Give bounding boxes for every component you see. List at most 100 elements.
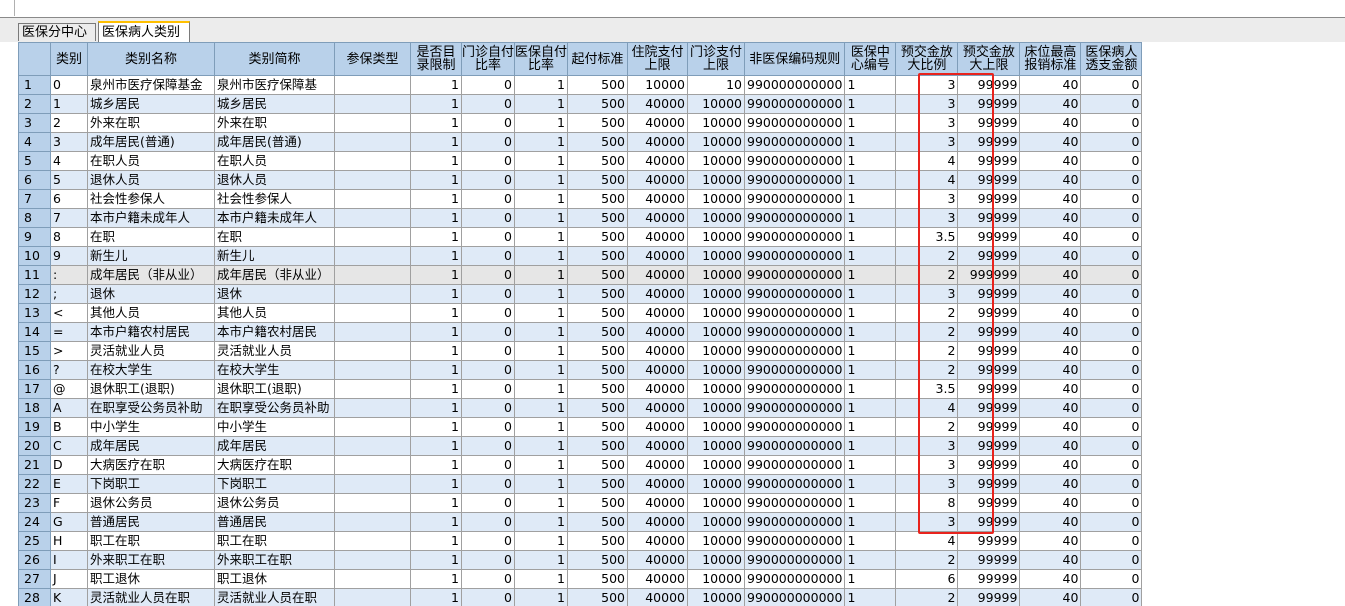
header-col-prepay-ratio[interactable]: 预交金放大比例 — [895, 42, 959, 76]
row-header[interactable]: 19 — [18, 417, 51, 437]
cell-deductible[interactable]: 500 — [567, 284, 628, 304]
cell-category-short[interactable]: 在职 — [214, 227, 335, 247]
table-row[interactable]: 9 8 在职 在职 1 0 1 500 40000 10000 990000000000 1 3.5 99… — [18, 227, 1143, 247]
cell-non-insurance-code-rule[interactable]: 990000000000 — [743, 398, 846, 418]
cell-prepay-limit[interactable]: 99999 — [957, 493, 1021, 513]
cell-deductible[interactable]: 500 — [567, 588, 628, 606]
cell-non-insurance-code-rule[interactable]: 990000000000 — [743, 512, 846, 532]
cell-bed-limit[interactable]: 40 — [1019, 151, 1082, 171]
cell-category-name[interactable]: 在职人员 — [87, 151, 215, 171]
cell-category[interactable]: A — [50, 398, 88, 418]
cell-category-name[interactable]: 在校大学生 — [87, 360, 215, 380]
cell-overdraft[interactable]: 0 — [1080, 75, 1143, 95]
cell-deductible[interactable]: 500 — [567, 417, 628, 437]
cell-outpatient-limit[interactable]: 10000 — [687, 113, 745, 133]
cell-center-no[interactable]: 1 — [844, 189, 897, 209]
cell-overdraft[interactable]: 0 — [1080, 417, 1143, 437]
cell-deductible[interactable]: 500 — [567, 512, 628, 532]
cell-category-short[interactable]: 其他人员 — [214, 303, 335, 323]
cell-category-name[interactable]: 城乡居民 — [87, 94, 215, 114]
cell-insurance-type[interactable] — [334, 398, 411, 418]
cell-outpatient-limit[interactable]: 10000 — [687, 588, 745, 606]
cell-category-name[interactable]: 在职享受公务员补助 — [87, 398, 215, 418]
cell-outpatient-limit[interactable]: 10000 — [687, 436, 745, 456]
cell-catalog-limit[interactable]: 1 — [410, 151, 462, 171]
cell-prepay-limit[interactable]: 999999 — [957, 265, 1021, 285]
cell-prepay-limit[interactable]: 99999 — [957, 474, 1021, 494]
cell-deductible[interactable]: 500 — [567, 246, 628, 266]
cell-bed-limit[interactable]: 40 — [1019, 360, 1082, 380]
cell-deductible[interactable]: 500 — [567, 398, 628, 418]
top-input-bar[interactable] — [0, 0, 1345, 18]
header-col-overdraft[interactable]: 医保病人透支金额 — [1080, 42, 1143, 76]
cell-inpatient-limit[interactable]: 40000 — [627, 512, 688, 532]
cell-deductible[interactable]: 500 — [567, 569, 628, 589]
cell-center-no[interactable]: 1 — [844, 493, 897, 513]
cell-category[interactable]: I — [50, 550, 88, 570]
cell-prepay-limit[interactable]: 99999 — [957, 550, 1021, 570]
header-col-inpatient-limit[interactable]: 住院支付上限 — [627, 42, 688, 76]
cell-insurance-self-ratio[interactable]: 1 — [514, 341, 568, 361]
row-header[interactable]: 8 — [18, 208, 51, 228]
cell-outpatient-limit[interactable]: 10000 — [687, 474, 745, 494]
table-row[interactable]: 27 J 职工退休 职工退休 1 0 1 500 40000 10000 990000000000 1… — [18, 569, 1143, 589]
cell-outpatient-self-ratio[interactable]: 0 — [461, 398, 515, 418]
cell-deductible[interactable]: 500 — [567, 170, 628, 190]
cell-category[interactable]: 8 — [50, 227, 88, 247]
cell-category-short[interactable]: 退休职工(退职) — [214, 379, 335, 399]
header-col-bed-limit[interactable]: 床位最高报销标准 — [1019, 42, 1082, 76]
cell-outpatient-limit[interactable]: 10000 — [687, 208, 745, 228]
cell-outpatient-limit[interactable]: 10000 — [687, 170, 745, 190]
cell-overdraft[interactable]: 0 — [1080, 208, 1143, 228]
cell-bed-limit[interactable]: 40 — [1019, 75, 1082, 95]
cell-category-name[interactable]: 灵活就业人员在职 — [87, 588, 215, 606]
row-header[interactable]: 9 — [18, 227, 51, 247]
cell-overdraft[interactable]: 0 — [1080, 132, 1143, 152]
cell-overdraft[interactable]: 0 — [1080, 151, 1143, 171]
table-row[interactable]: 1 0 泉州市医疗保障基金 泉州市医疗保障基 1 0 1 500 10000 10 99000000… — [18, 75, 1143, 95]
cell-category[interactable]: D — [50, 455, 88, 475]
cell-prepay-ratio[interactable]: 4 — [895, 151, 959, 171]
cell-bed-limit[interactable]: 40 — [1019, 550, 1082, 570]
cell-insurance-type[interactable] — [334, 265, 411, 285]
cell-non-insurance-code-rule[interactable]: 990000000000 — [743, 208, 846, 228]
cell-non-insurance-code-rule[interactable]: 990000000000 — [743, 550, 846, 570]
cell-catalog-limit[interactable]: 1 — [410, 189, 462, 209]
cell-outpatient-self-ratio[interactable]: 0 — [461, 284, 515, 304]
cell-inpatient-limit[interactable]: 40000 — [627, 360, 688, 380]
cell-prepay-ratio[interactable]: 3 — [895, 75, 959, 95]
tab-insurance-center[interactable]: 医保分中心 — [18, 23, 96, 41]
cell-overdraft[interactable]: 0 — [1080, 588, 1143, 606]
cell-outpatient-limit[interactable]: 10000 — [687, 132, 745, 152]
header-col-outpatient-self-ratio[interactable]: 门诊自付比率 — [461, 42, 515, 76]
cell-deductible[interactable]: 500 — [567, 132, 628, 152]
cell-category-name[interactable]: 泉州市医疗保障基金 — [87, 75, 215, 95]
cell-bed-limit[interactable]: 40 — [1019, 455, 1082, 475]
cell-bed-limit[interactable]: 40 — [1019, 474, 1082, 494]
cell-insurance-type[interactable] — [334, 189, 411, 209]
cell-insurance-self-ratio[interactable]: 1 — [514, 569, 568, 589]
cell-prepay-limit[interactable]: 99999 — [957, 436, 1021, 456]
cell-prepay-ratio[interactable]: 4 — [895, 531, 959, 551]
cell-category-short[interactable]: 在校大学生 — [214, 360, 335, 380]
cell-category-short[interactable]: 中小学生 — [214, 417, 335, 437]
cell-overdraft[interactable]: 0 — [1080, 94, 1143, 114]
cell-catalog-limit[interactable]: 1 — [410, 113, 462, 133]
cell-insurance-type[interactable] — [334, 550, 411, 570]
cell-outpatient-self-ratio[interactable]: 0 — [461, 341, 515, 361]
cell-deductible[interactable]: 500 — [567, 208, 628, 228]
cell-catalog-limit[interactable]: 1 — [410, 379, 462, 399]
table-row[interactable]: 15 > 灵活就业人员 灵活就业人员 1 0 1 500 40000 10000 990000000… — [18, 341, 1143, 361]
cell-category[interactable]: 5 — [50, 170, 88, 190]
cell-center-no[interactable]: 1 — [844, 550, 897, 570]
cell-overdraft[interactable]: 0 — [1080, 322, 1143, 342]
cell-outpatient-self-ratio[interactable]: 0 — [461, 189, 515, 209]
cell-inpatient-limit[interactable]: 40000 — [627, 341, 688, 361]
cell-outpatient-limit[interactable]: 10000 — [687, 398, 745, 418]
cell-prepay-limit[interactable]: 99999 — [957, 322, 1021, 342]
cell-bed-limit[interactable]: 40 — [1019, 512, 1082, 532]
cell-bed-limit[interactable]: 40 — [1019, 303, 1082, 323]
table-row[interactable]: 13 < 其他人员 其他人员 1 0 1 500 40000 10000 990000000000 1… — [18, 303, 1143, 323]
cell-insurance-type[interactable] — [334, 284, 411, 304]
cell-center-no[interactable]: 1 — [844, 94, 897, 114]
